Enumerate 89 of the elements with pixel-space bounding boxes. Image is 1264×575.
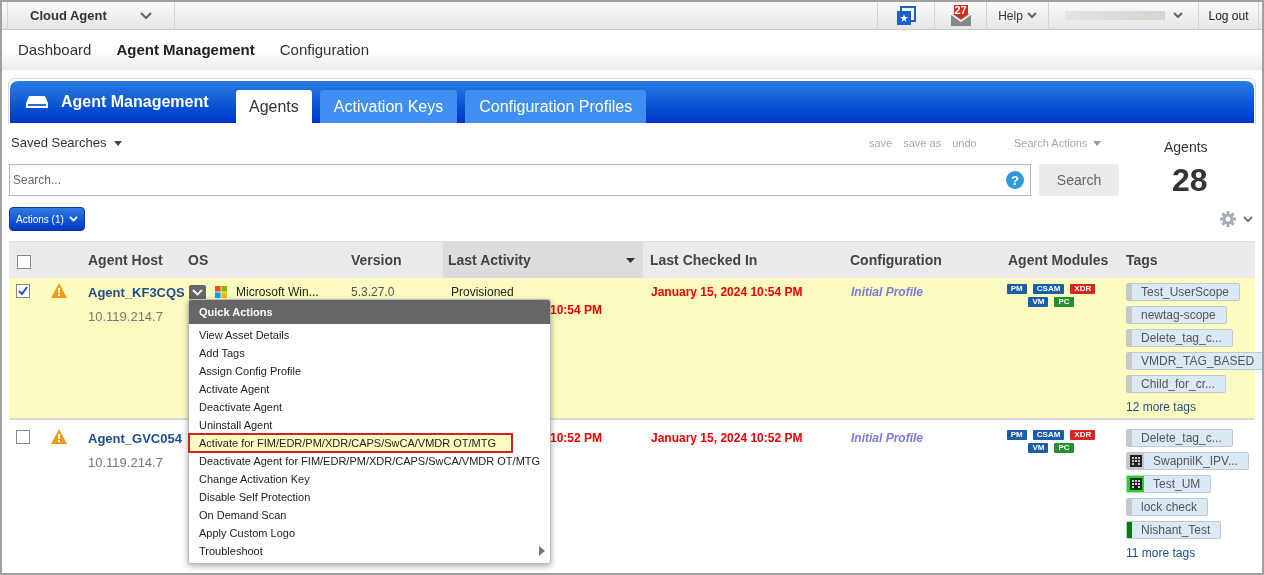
caret-down-icon bbox=[114, 140, 123, 146]
more-tags-link[interactable]: 11 more tags bbox=[1126, 544, 1196, 562]
column-header[interactable]: Version bbox=[343, 249, 443, 271]
menu-item[interactable]: Assign Config Profile bbox=[189, 362, 550, 380]
configuration-link[interactable]: Initial Profile bbox=[843, 429, 1001, 447]
version-text: 5.3.27.0 bbox=[350, 284, 396, 301]
nav-link[interactable]: Agent Management bbox=[116, 38, 255, 62]
warning-icon bbox=[51, 429, 67, 444]
activity-time: 10:54 PM bbox=[549, 302, 603, 319]
nav-link[interactable]: Configuration bbox=[279, 38, 369, 62]
tab[interactable]: Agents bbox=[236, 90, 312, 123]
settings-menu[interactable] bbox=[1220, 211, 1253, 227]
dropdown-toggle-icon[interactable] bbox=[189, 284, 206, 300]
tag[interactable]: Nishant_Test bbox=[1126, 521, 1222, 539]
tag[interactable]: newtag-scope bbox=[1126, 306, 1227, 324]
app-switcher[interactable]: Cloud Agent bbox=[7, 2, 175, 29]
tag[interactable]: Test_UserScope bbox=[1126, 283, 1241, 301]
menu-item[interactable]: Add Tags bbox=[189, 344, 550, 362]
search-button[interactable]: Search bbox=[1039, 164, 1119, 196]
chevron-down-icon bbox=[1172, 12, 1183, 19]
agents-count: 28 bbox=[1172, 161, 1208, 200]
column-header[interactable]: Last Checked In bbox=[643, 249, 843, 271]
checked-in-time: January 15, 2024 10:54 PM bbox=[650, 284, 804, 301]
module-badge: XDR bbox=[1070, 284, 1096, 294]
checkbox[interactable] bbox=[16, 284, 30, 298]
windows-logo-icon bbox=[215, 286, 227, 298]
agent-device-icon bbox=[25, 95, 49, 109]
tag[interactable]: lock check bbox=[1126, 498, 1209, 516]
module-badge: CSAM bbox=[1032, 430, 1065, 440]
menu-item[interactable]: Deactivate Agent bbox=[189, 398, 550, 416]
column-header[interactable]: Agent Modules bbox=[1001, 249, 1119, 271]
module-badge: PM bbox=[1006, 284, 1027, 294]
sort-caret-icon bbox=[626, 257, 635, 263]
column-header[interactable]: OS bbox=[181, 249, 343, 271]
menu-item[interactable]: View Asset Details bbox=[189, 326, 550, 344]
menu-item[interactable]: Apply Custom Logo bbox=[189, 524, 550, 542]
tag[interactable]: VMDR_TAG_BASED bbox=[1126, 352, 1262, 370]
activity-time: 10:52 PM bbox=[549, 430, 603, 447]
help-menu[interactable]: Help bbox=[987, 2, 1049, 29]
caret-down-icon bbox=[1093, 140, 1102, 146]
module-badge: VM bbox=[1028, 443, 1049, 453]
chevron-down-icon bbox=[68, 216, 78, 222]
menu-item[interactable]: Deactivate Agent for FIM/EDR/PM/XDR/CAPS/SwCA/VMDR OT/MTG bbox=[189, 452, 550, 470]
module-title: Agent Management bbox=[61, 92, 209, 112]
chevron-down-icon bbox=[140, 11, 152, 20]
menu-item[interactable]: Activate Agent bbox=[189, 380, 550, 398]
module-badge: XDR bbox=[1070, 430, 1096, 440]
ip-address: 10.119.214.7 bbox=[88, 453, 164, 472]
tag[interactable]: Test_UM bbox=[1126, 475, 1212, 493]
module-badge: VM bbox=[1028, 297, 1049, 307]
dashboard-star-icon[interactable] bbox=[895, 5, 917, 26]
settings-icon bbox=[1220, 211, 1236, 227]
building-icon bbox=[1129, 478, 1142, 490]
column-header[interactable]: Configuration bbox=[843, 249, 1001, 271]
menu-title: Quick Actions bbox=[189, 300, 550, 324]
checkbox[interactable] bbox=[16, 430, 30, 444]
menu-item[interactable]: On Demand Scan bbox=[189, 506, 550, 524]
column-header[interactable]: Last Activity bbox=[443, 242, 643, 278]
chevron-down-icon bbox=[1026, 12, 1037, 19]
tag[interactable]: Delete_tag_c... bbox=[1126, 429, 1233, 447]
agents-count-label: Agents bbox=[1164, 137, 1208, 157]
more-tags-link[interactable]: 12 more tags bbox=[1126, 398, 1197, 416]
saved-searches-dropdown[interactable]: Saved Searches bbox=[9, 133, 869, 153]
os-name: Microsoft Win... bbox=[236, 284, 319, 301]
actions-button[interactable]: Actions (1) bbox=[9, 207, 85, 231]
module-badge: PM bbox=[1006, 430, 1027, 440]
activity-status: Provisioned bbox=[451, 284, 514, 301]
menu-item[interactable]: Disable Self Protection bbox=[189, 488, 550, 506]
tag[interactable]: SwapnilK_IPV... bbox=[1126, 452, 1249, 470]
building-icon bbox=[1129, 455, 1142, 467]
column-header[interactable]: Agent Host bbox=[81, 249, 181, 271]
agent-host-link[interactable]: Agent_GVC054 bbox=[88, 429, 181, 449]
menu-item[interactable]: Activate for FIM/EDR/PM/XDR/CAPS/SwCA/VMDR OT/MTG bbox=[189, 434, 512, 452]
warning-icon bbox=[51, 283, 67, 298]
checkbox[interactable] bbox=[17, 255, 31, 269]
tag[interactable]: Delete_tag_c... bbox=[1126, 329, 1233, 347]
module-badge: PC bbox=[1054, 443, 1074, 453]
menu-item[interactable]: Troubleshoot bbox=[189, 542, 550, 560]
menu-item[interactable]: Change Activation Key bbox=[189, 470, 550, 488]
tag[interactable]: Child_for_cr... bbox=[1126, 375, 1227, 393]
submenu-arrow-icon bbox=[539, 546, 545, 556]
checked-in-time: January 15, 2024 10:52 PM bbox=[650, 430, 804, 447]
chevron-down-icon bbox=[1243, 215, 1253, 223]
column-header[interactable]: Tags bbox=[1119, 249, 1255, 271]
nav-link[interactable]: Dashboard bbox=[18, 38, 92, 62]
ip-address: 10.119.214.7 bbox=[88, 307, 164, 326]
logout-button[interactable]: Log out bbox=[1199, 2, 1259, 29]
module-badge: PC bbox=[1054, 297, 1074, 307]
module-badge: CSAM bbox=[1032, 284, 1065, 294]
